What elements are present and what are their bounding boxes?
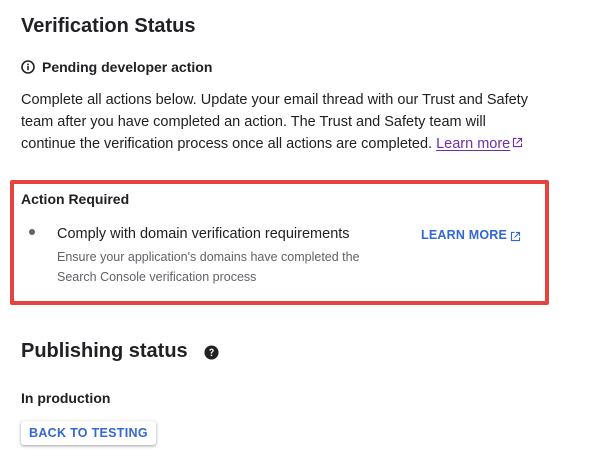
requirement-title: Comply with domain verification requirem… <box>57 226 350 242</box>
action-required-title: Action Required <box>21 191 130 207</box>
open-in-new-icon[interactable] <box>512 133 523 148</box>
learn-more-link-label[interactable]: Learn more <box>436 136 510 152</box>
back-to-testing-button[interactable]: BACK TO TESTING <box>21 421 156 445</box>
help-icon[interactable] <box>204 344 219 360</box>
learn-more-button-label[interactable]: LEARN MORE <box>421 227 507 243</box>
info-icon <box>21 60 35 74</box>
publishing-status-value: In production <box>21 390 111 406</box>
verification-description: Complete all actions below. Update your … <box>21 89 531 155</box>
verification-status-title: Verification Status <box>21 15 196 37</box>
action-required-panel: Action Required Comply with domain verif… <box>10 180 549 305</box>
pending-status: Pending developer action <box>21 57 212 77</box>
requirement-description: Ensure your application's domains have c… <box>57 250 360 284</box>
publishing-status-header: Publishing status <box>21 338 219 364</box>
open-in-new-icon[interactable] <box>510 230 521 241</box>
learn-more-button[interactable]: LEARN MORE <box>421 227 521 243</box>
publishing-status-title: Publishing status <box>21 340 188 362</box>
learn-more-link[interactable]: Learn more <box>436 136 523 152</box>
bullet-icon <box>29 229 35 235</box>
pending-status-label: Pending developer action <box>42 59 213 75</box>
